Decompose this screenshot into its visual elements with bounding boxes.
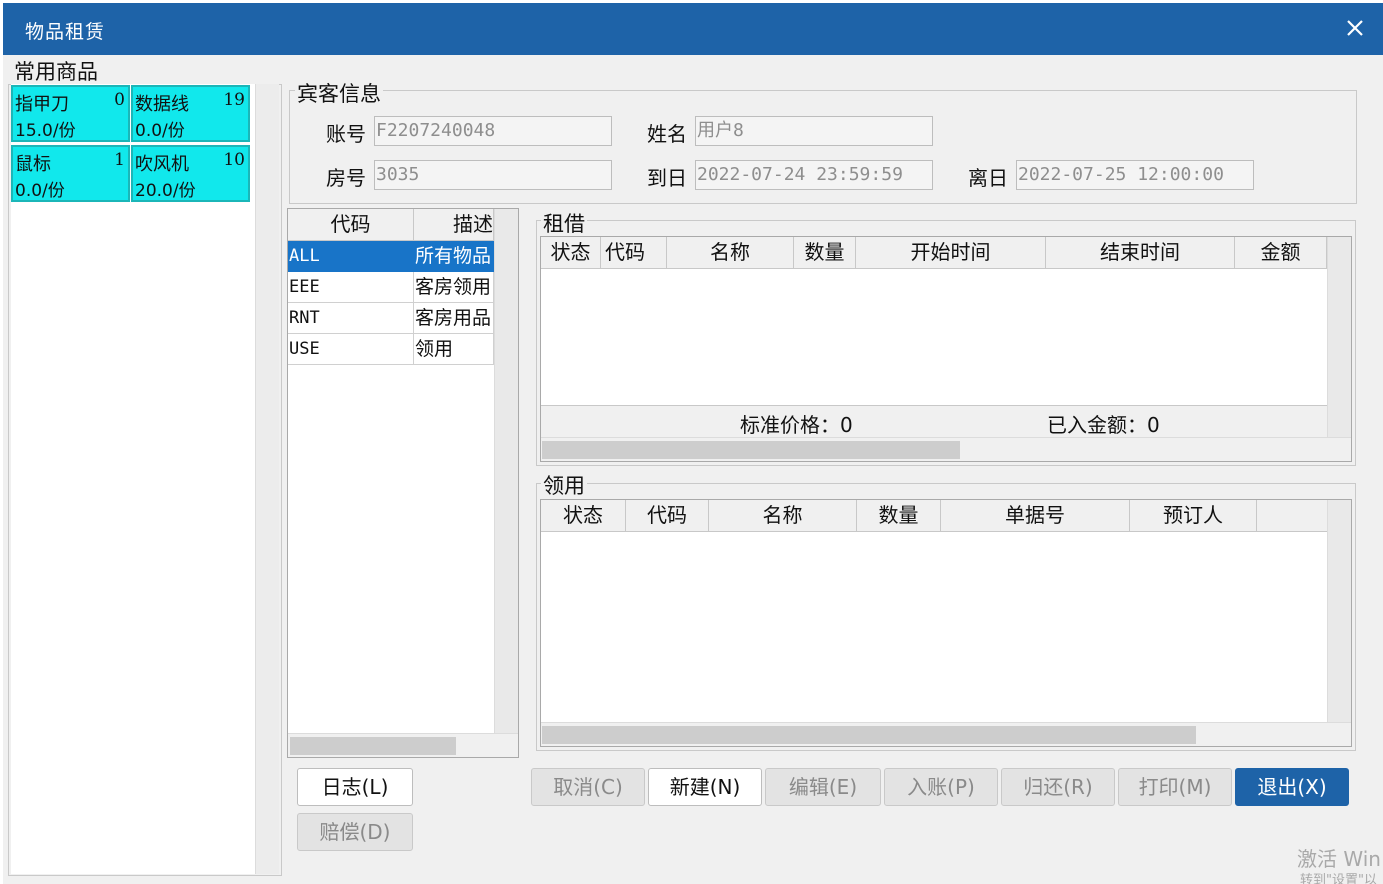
use-grid: 状态 代码 名称 数量 单据号 预订人 [540, 499, 1352, 747]
category-header-desc[interactable]: 描述 [414, 209, 494, 241]
use-grid-header: 状态 代码 名称 数量 单据号 预订人 [541, 500, 1327, 532]
category-row[interactable]: USE 领用 [288, 334, 494, 365]
favorite-item-data-cable[interactable]: 数据线 19 0.0/份 [131, 85, 250, 142]
favorite-item-price: 0.0/份 [15, 181, 65, 201]
exit-button[interactable]: 退出(X) [1235, 768, 1349, 806]
watermark-line1: 激活 Win [1297, 847, 1381, 871]
category-code: ALL [288, 241, 414, 272]
rent-horizontal-scrollbar[interactable] [541, 437, 1351, 461]
use-header-booker[interactable]: 预订人 [1130, 500, 1257, 532]
name-label: 姓名 [647, 122, 687, 146]
favorite-item-name: 鼠标 [15, 154, 51, 175]
guest-info-legend: 宾客信息 [295, 78, 383, 108]
use-horizontal-scroll-thumb[interactable] [542, 726, 1196, 744]
print-button[interactable]: 打印(M) [1118, 768, 1232, 806]
account-label: 账号 [326, 122, 366, 146]
category-header-code[interactable]: 代码 [288, 209, 414, 241]
favorites-scrollbar[interactable] [255, 84, 279, 874]
use-header-code[interactable]: 代码 [626, 500, 709, 532]
log-button[interactable]: 日志(L) [297, 768, 413, 806]
room-field[interactable]: 3035 [374, 160, 612, 190]
post-button[interactable]: 入账(P) [884, 768, 998, 806]
rent-header-status[interactable]: 状态 [541, 237, 601, 269]
category-grid-header: 代码 描述 [288, 209, 494, 241]
favorite-item-price: 0.0/份 [135, 121, 185, 141]
favorite-item-name: 数据线 [135, 94, 189, 115]
new-button[interactable]: 新建(N) [648, 768, 762, 806]
favorites-panel [11, 84, 255, 874]
category-grid: 代码 描述 ALL 所有物品 EEE 客房领用 RNT 客房用品 USE 领用 [287, 208, 519, 758]
rent-header-end[interactable]: 结束时间 [1046, 237, 1235, 269]
name-field[interactable]: 用户8 [695, 116, 933, 146]
category-row[interactable]: ALL 所有物品 [288, 241, 494, 272]
activation-watermark: 激活 Win 转到"设置"以 [1297, 843, 1381, 884]
depart-date-label: 离日 [968, 166, 1008, 190]
rent-header-name[interactable]: 名称 [667, 237, 794, 269]
watermark-line2: 转到"设置"以 [1300, 873, 1377, 884]
edit-button[interactable]: 编辑(E) [765, 768, 881, 806]
favorite-item-mouse[interactable]: 鼠标 1 0.0/份 [11, 145, 130, 202]
category-horizontal-scrollbar[interactable] [288, 733, 518, 757]
favorite-item-count: 1 [114, 150, 125, 170]
compensate-button[interactable]: 赔偿(D) [297, 813, 413, 851]
arrive-date-label: 到日 [647, 166, 687, 190]
rent-vertical-scrollbar[interactable] [1327, 237, 1351, 437]
favorite-item-hair-dryer[interactable]: 吹风机 10 20.0/份 [131, 145, 250, 202]
category-desc: 领用 [414, 334, 494, 365]
return-button[interactable]: 归还(R) [1001, 768, 1115, 806]
rent-legend: 租借 [541, 208, 587, 238]
rent-header-amount[interactable]: 金额 [1235, 237, 1327, 269]
use-header-doc-no[interactable]: 单据号 [941, 500, 1130, 532]
depart-date-field[interactable]: 2022-07-25 12:00:00 [1016, 160, 1254, 190]
rent-summary-bar: 标准价格：0 已入金额：0 [541, 405, 1327, 438]
rent-header-qty[interactable]: 数量 [794, 237, 856, 269]
room-label: 房号 [326, 166, 366, 190]
category-desc: 客房用品 [414, 303, 494, 334]
category-desc: 所有物品 [414, 241, 494, 272]
window-title: 物品租赁 [25, 21, 106, 43]
category-desc: 客房领用 [414, 272, 494, 303]
arrive-date-field[interactable]: 2022-07-24 23:59:59 [695, 160, 933, 190]
close-icon[interactable] [1341, 14, 1369, 42]
use-header-name[interactable]: 名称 [709, 500, 857, 532]
use-header-status[interactable]: 状态 [541, 500, 626, 532]
category-row[interactable]: EEE 客房领用 [288, 272, 494, 303]
use-vertical-scrollbar[interactable] [1327, 500, 1351, 722]
rent-horizontal-scroll-thumb[interactable] [542, 441, 960, 459]
favorite-item-name: 吹风机 [135, 154, 189, 175]
cancel-button[interactable]: 取消(C) [531, 768, 645, 806]
use-horizontal-scrollbar[interactable] [541, 722, 1351, 746]
category-code: USE [288, 334, 414, 365]
title-bar: 物品租赁 [3, 3, 1383, 55]
rent-header-start[interactable]: 开始时间 [856, 237, 1046, 269]
favorite-item-count: 10 [223, 150, 245, 170]
favorite-item-count: 19 [223, 90, 245, 110]
favorite-item-name: 指甲刀 [15, 94, 69, 115]
category-code: EEE [288, 272, 414, 303]
rent-header-code[interactable]: 代码 [601, 237, 667, 269]
rent-grid: 状态 代码 名称 数量 开始时间 结束时间 金额 标准价格：0 已入金额：0 [540, 236, 1352, 462]
category-code: RNT [288, 303, 414, 334]
favorites-legend: 常用商品 [12, 56, 100, 86]
category-horizontal-scroll-thumb[interactable] [290, 737, 456, 755]
rent-standard-price: 标准价格：0 [740, 413, 853, 437]
window-client: 常用商品 指甲刀 0 15.0/份 数据线 19 0.0/份 鼠标 1 0.0/… [3, 55, 1383, 884]
rent-grid-header: 状态 代码 名称 数量 开始时间 结束时间 金额 [541, 237, 1327, 269]
favorite-item-price: 20.0/份 [135, 181, 196, 201]
category-vertical-scrollbar[interactable] [494, 209, 518, 733]
account-field[interactable]: F2207240048 [374, 116, 612, 146]
rent-paid-amount: 已入金额：0 [1047, 413, 1160, 437]
favorite-item-nail-clipper[interactable]: 指甲刀 0 15.0/份 [11, 85, 130, 142]
use-legend: 领用 [541, 470, 587, 500]
favorite-item-count: 0 [114, 90, 125, 110]
favorite-item-price: 15.0/份 [15, 121, 76, 141]
use-header-qty[interactable]: 数量 [857, 500, 941, 532]
category-row[interactable]: RNT 客房用品 [288, 303, 494, 334]
